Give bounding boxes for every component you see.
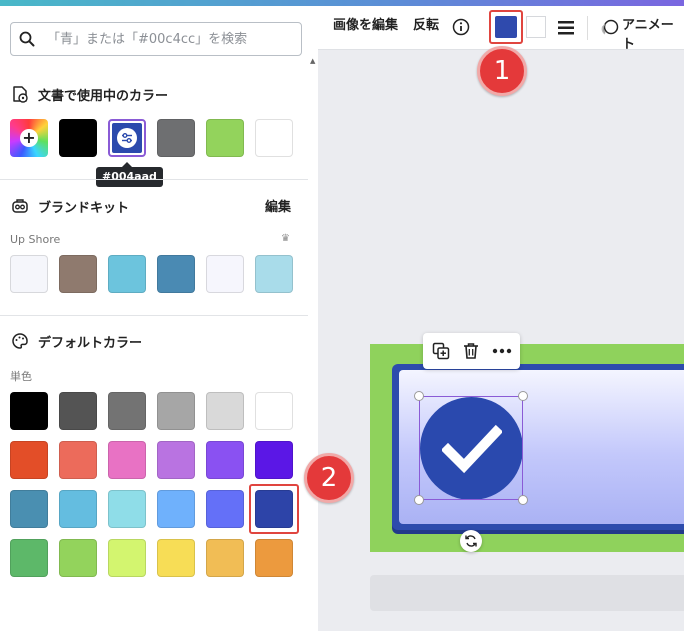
doc-swatch-gray[interactable] (157, 119, 195, 157)
default-swatch[interactable] (108, 539, 146, 577)
default-swatch[interactable] (108, 490, 146, 528)
default-swatch[interactable] (206, 392, 244, 430)
add-page-bar[interactable] (370, 575, 684, 611)
doc-colors-title: 文書で使用中のカラー (38, 88, 169, 104)
doc-palette-icon (10, 84, 30, 104)
trash-icon[interactable] (462, 342, 480, 360)
highlight-frame (249, 484, 299, 534)
doc-swatch-selected[interactable] (108, 119, 146, 157)
duplicate-icon[interactable] (432, 342, 450, 360)
add-color-button[interactable]: + (10, 119, 48, 157)
default-swatch[interactable] (206, 490, 244, 528)
default-swatch[interactable] (10, 490, 48, 528)
default-swatch[interactable] (157, 490, 195, 528)
color-search-input[interactable] (45, 30, 279, 48)
step-badge-1: 1 (477, 46, 527, 96)
resize-handle[interactable] (414, 495, 424, 505)
brand-kit-heading: ブランドキット (10, 196, 129, 216)
brand-swatch-4[interactable] (157, 255, 195, 293)
more-options-icon[interactable] (492, 348, 512, 354)
animate-button[interactable]: アニメート (622, 14, 684, 52)
default-swatch[interactable] (10, 441, 48, 479)
step-badge-2: 2 (304, 453, 354, 503)
element-floating-toolbar (423, 333, 520, 369)
default-colors-heading: デフォルトカラー (10, 331, 142, 351)
animate-icon[interactable] (600, 18, 620, 38)
default-swatch[interactable] (255, 392, 293, 430)
default-swatch[interactable] (157, 441, 195, 479)
brand-swatch-3[interactable] (108, 255, 146, 293)
palette-icon (10, 331, 30, 351)
resize-handle[interactable] (414, 391, 424, 401)
default-swatch[interactable] (10, 539, 48, 577)
brand-swatch-6[interactable] (255, 255, 293, 293)
doc-swatch-black[interactable] (59, 119, 97, 157)
default-swatch[interactable] (108, 392, 146, 430)
doc-colors-heading: 文書で使用中のカラー (10, 84, 168, 104)
flip-button[interactable]: 反転 (413, 14, 439, 33)
brand-swatch-5[interactable] (206, 255, 244, 293)
resize-handle[interactable] (518, 495, 528, 505)
default-swatch[interactable] (59, 539, 97, 577)
divider (0, 179, 308, 180)
color-hex-tooltip: #004aad (96, 162, 163, 187)
default-swatch[interactable] (108, 441, 146, 479)
edit-image-button[interactable]: 画像を編集 (333, 14, 398, 33)
color-adjust-icon (117, 128, 137, 148)
toolbar-separator (587, 16, 588, 40)
resize-handle[interactable] (518, 391, 528, 401)
default-swatch[interactable] (206, 539, 244, 577)
brand-swatch-2[interactable] (59, 255, 97, 293)
scroll-up-arrow-icon[interactable]: ▲ (310, 57, 315, 65)
doc-swatch-white[interactable] (255, 119, 293, 157)
default-swatch[interactable] (59, 490, 97, 528)
info-icon[interactable] (452, 18, 470, 36)
brand-kit-icon (10, 196, 30, 216)
color-search-box[interactable] (10, 22, 302, 56)
default-colors-title: デフォルトカラー (38, 335, 143, 351)
default-swatch[interactable] (255, 539, 293, 577)
default-swatch[interactable] (157, 539, 195, 577)
element-color-button[interactable] (495, 16, 517, 38)
brand-palette-name: Up Shore (10, 233, 61, 246)
default-swatch[interactable] (59, 392, 97, 430)
element-color-white-button[interactable] (526, 16, 546, 38)
default-swatch[interactable] (59, 441, 97, 479)
solid-colors-label: 単色 (10, 370, 32, 383)
brand-kit-title: ブランドキット (38, 200, 130, 216)
default-swatch[interactable] (10, 392, 48, 430)
divider (0, 315, 308, 316)
rotate-handle[interactable] (460, 530, 482, 552)
brand-kit-edit-link[interactable]: 編集 (265, 196, 291, 215)
brand-swatch-1[interactable] (10, 255, 48, 293)
selection-box (419, 396, 523, 500)
line-style-icon[interactable] (557, 20, 575, 36)
default-swatch[interactable] (206, 441, 244, 479)
doc-swatch-green[interactable] (206, 119, 244, 157)
crown-icon: ♛ (281, 233, 290, 244)
default-swatch[interactable] (255, 441, 293, 479)
default-swatch[interactable] (157, 392, 195, 430)
rotate-icon (465, 535, 477, 547)
plus-icon: + (20, 129, 38, 147)
search-icon (19, 31, 35, 47)
